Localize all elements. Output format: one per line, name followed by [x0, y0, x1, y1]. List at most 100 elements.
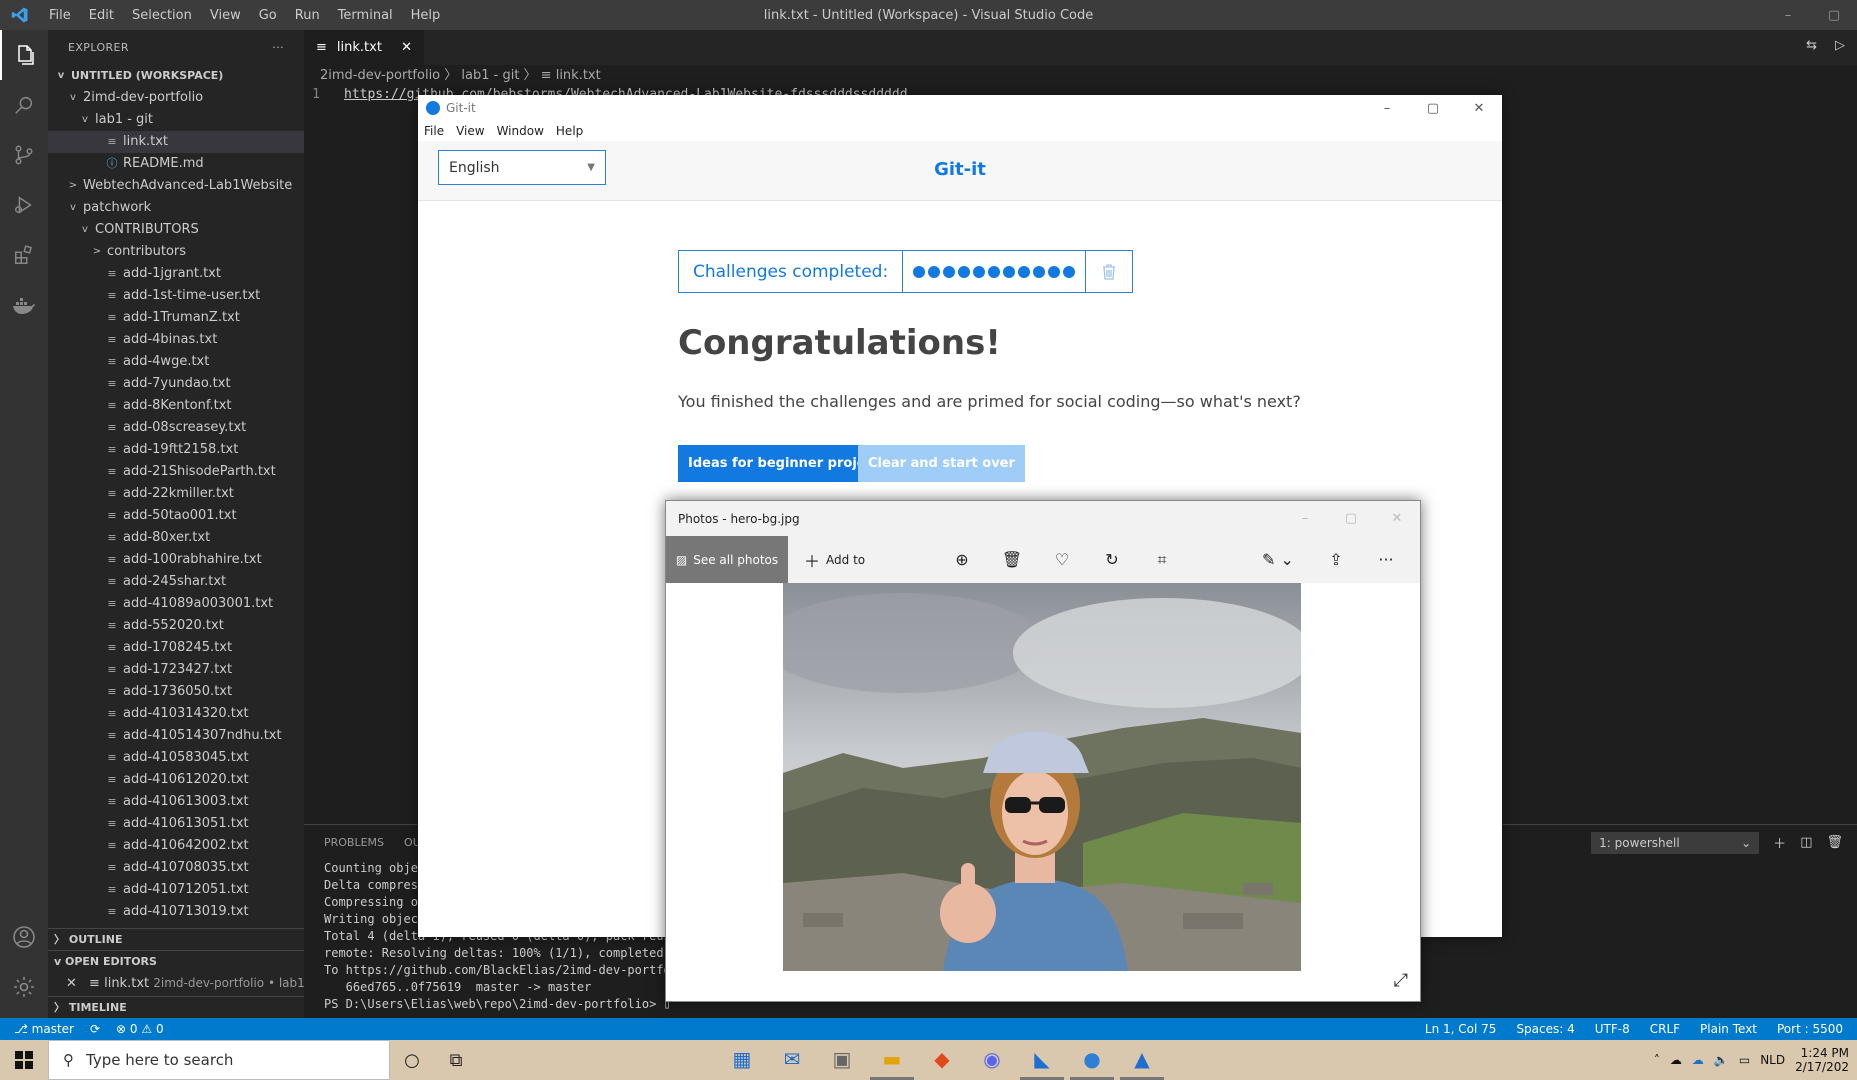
- git-it-menu-view[interactable]: View: [456, 124, 484, 138]
- tree-item[interactable]: ≡ add-410712051.txt: [48, 879, 304, 901]
- minimize-icon[interactable]: –: [1765, 0, 1811, 30]
- workspace-header[interactable]: v UNTITLED (WORKSPACE): [48, 65, 304, 87]
- branch-status[interactable]: ⎇ master: [14, 1022, 74, 1036]
- extensions-icon[interactable]: [0, 230, 48, 280]
- tree-item[interactable]: ≡ add-08screasey.txt: [48, 417, 304, 439]
- tree-item[interactable]: ≡ add-1736050.txt: [48, 681, 304, 703]
- new-terminal-icon[interactable]: ＋: [1773, 833, 1786, 852]
- tree-item[interactable]: ≡ add-50tao001.txt: [48, 505, 304, 527]
- menu-item-help[interactable]: Help: [402, 8, 450, 23]
- close-tab-icon[interactable]: ✕: [401, 40, 412, 55]
- tree-item[interactable]: ≡ add-4wge.txt: [48, 351, 304, 373]
- sync-icon[interactable]: ⟳: [90, 1022, 100, 1036]
- mail-app-icon[interactable]: ✉: [770, 1040, 814, 1080]
- minimize-icon[interactable]: –: [1282, 501, 1328, 536]
- photos-app-icon[interactable]: ▲: [1120, 1040, 1164, 1080]
- tree-item[interactable]: ≡ add-410613051.txt: [48, 813, 304, 835]
- clock[interactable]: 1:24 PM 2/17/202: [1795, 1046, 1849, 1074]
- tree-item[interactable]: > contributors: [48, 241, 304, 263]
- language-indicator[interactable]: NLD: [1760, 1053, 1785, 1067]
- favorite-heart-icon[interactable]: ♡: [1042, 536, 1082, 583]
- tree-item[interactable]: ≡ add-19ftt2158.txt: [48, 439, 304, 461]
- close-icon[interactable]: ✕: [1456, 95, 1502, 121]
- status-item[interactable]: Ln 1, Col 75: [1425, 1022, 1497, 1036]
- calendar-app-icon[interactable]: ▦: [720, 1040, 764, 1080]
- task-view-icon[interactable]: ⧉: [434, 1040, 478, 1080]
- close-icon[interactable]: ✕: [1374, 501, 1420, 536]
- tree-item[interactable]: ≡ add-8Kentonf.txt: [48, 395, 304, 417]
- tree-item[interactable]: ≡ add-410514307ndhu.txt: [48, 725, 304, 747]
- volume-icon[interactable]: 🔈: [1714, 1053, 1729, 1067]
- breadcrumb[interactable]: 2imd-dev-portfolio 〉 lab1 - git 〉 ≡ link…: [304, 65, 1857, 87]
- git-it-app-icon[interactable]: ●: [1070, 1040, 1114, 1080]
- tree-item[interactable]: ≡ add-80xer.txt: [48, 527, 304, 549]
- explorer-icon[interactable]: [0, 30, 48, 80]
- status-item[interactable]: Spaces: 4: [1516, 1022, 1574, 1036]
- source-control-icon[interactable]: [0, 130, 48, 180]
- tree-item[interactable]: > WebtechAdvanced-Lab1Website: [48, 175, 304, 197]
- brave-app-icon[interactable]: ◆: [920, 1040, 964, 1080]
- network-icon[interactable]: ▭: [1739, 1053, 1750, 1067]
- tab-link-txt[interactable]: ≡ link.txt ✕: [304, 30, 424, 65]
- menu-item-file[interactable]: File: [40, 8, 80, 23]
- crop-icon[interactable]: ⌗: [1142, 536, 1182, 583]
- tree-item[interactable]: ≡ add-410708035.txt: [48, 857, 304, 879]
- see-all-photos-button[interactable]: ▨ See all photos: [666, 536, 788, 583]
- outline-section[interactable]: 〉 OUTLINE: [48, 928, 304, 950]
- tree-item[interactable]: ⓘ README.md: [48, 153, 304, 175]
- problems-status[interactable]: ⊗ 0 ⚠ 0: [116, 1022, 164, 1036]
- tree-item[interactable]: ≡ add-410314320.txt: [48, 703, 304, 725]
- delete-icon[interactable]: 🗑: [992, 536, 1032, 583]
- tree-item[interactable]: ≡ add-100rabhahire.txt: [48, 549, 304, 571]
- run-debug-icon[interactable]: [0, 180, 48, 230]
- tree-item[interactable]: ≡ add-410583045.txt: [48, 747, 304, 769]
- tree-item[interactable]: ≡ add-245shar.txt: [48, 571, 304, 593]
- status-item[interactable]: UTF-8: [1595, 1022, 1630, 1036]
- more-options-icon[interactable]: ···: [1366, 536, 1406, 583]
- share-icon[interactable]: ⇪: [1316, 536, 1356, 583]
- discord-app-icon[interactable]: ◉: [970, 1040, 1014, 1080]
- tree-item[interactable]: ≡ add-1708245.txt: [48, 637, 304, 659]
- rotate-icon[interactable]: ↻: [1092, 536, 1132, 583]
- menu-item-edit[interactable]: Edit: [80, 8, 123, 23]
- tree-item[interactable]: v CONTRIBUTORS: [48, 219, 304, 241]
- minimize-icon[interactable]: –: [1364, 95, 1410, 121]
- timeline-section[interactable]: 〉 TIMELINE: [48, 996, 304, 1018]
- chevron-up-icon[interactable]: ˄: [1654, 1053, 1660, 1067]
- tree-item[interactable]: ≡ add-1st-time-user.txt: [48, 285, 304, 307]
- windows-start-icon[interactable]: [0, 1040, 48, 1080]
- file-explorer-app-icon[interactable]: ▬: [870, 1040, 914, 1080]
- search-icon[interactable]: [0, 80, 48, 130]
- add-to-button[interactable]: ＋ Add to: [788, 548, 865, 572]
- cloud-icon[interactable]: ☁: [1670, 1053, 1682, 1067]
- tree-item[interactable]: v 2imd-dev-portfolio: [48, 87, 304, 109]
- maximize-icon[interactable]: ▢: [1811, 0, 1857, 30]
- tree-item[interactable]: ≡ add-410642002.txt: [48, 835, 304, 857]
- git-it-menu-help[interactable]: Help: [556, 124, 583, 138]
- fullscreen-icon[interactable]: ⤢: [1394, 970, 1408, 991]
- taskbar-search[interactable]: ⚲ Type here to search: [48, 1040, 390, 1080]
- menu-item-selection[interactable]: Selection: [123, 8, 201, 23]
- tree-item[interactable]: ≡ add-7yundao.txt: [48, 373, 304, 395]
- tree-item[interactable]: ≡ add-22kmiller.txt: [48, 483, 304, 505]
- tree-item[interactable]: ≡ add-1jgrant.txt: [48, 263, 304, 285]
- panel-tab-problems[interactable]: PROBLEMS: [324, 836, 384, 849]
- tree-item[interactable]: ≡ add-410612020.txt: [48, 769, 304, 791]
- git-it-menu-window[interactable]: Window: [497, 124, 544, 138]
- clear-start-over-button[interactable]: Clear and start over: [858, 445, 1025, 482]
- photos-viewer-app-icon[interactable]: ▣: [820, 1040, 864, 1080]
- terminal-select[interactable]: 1: powershell ⌄: [1591, 831, 1760, 854]
- onedrive-icon[interactable]: ☁: [1692, 1053, 1704, 1067]
- tree-item[interactable]: ≡ link.txt: [48, 131, 304, 153]
- trash-icon[interactable]: [1086, 251, 1132, 292]
- tree-item[interactable]: ≡ add-410613003.txt: [48, 791, 304, 813]
- tree-item[interactable]: ≡ add-21ShisodeParth.txt: [48, 461, 304, 483]
- tree-item[interactable]: ≡ add-552020.txt: [48, 615, 304, 637]
- open-editors-section[interactable]: v OPEN EDITORS: [48, 950, 304, 972]
- status-item[interactable]: Plain Text: [1700, 1022, 1757, 1036]
- menu-item-terminal[interactable]: Terminal: [329, 8, 402, 23]
- edit-draw-icon[interactable]: ✎ ⌄: [1250, 536, 1306, 583]
- tree-item[interactable]: v patchwork: [48, 197, 304, 219]
- status-item[interactable]: CRLF: [1650, 1022, 1680, 1036]
- close-icon[interactable]: ✕: [66, 976, 77, 991]
